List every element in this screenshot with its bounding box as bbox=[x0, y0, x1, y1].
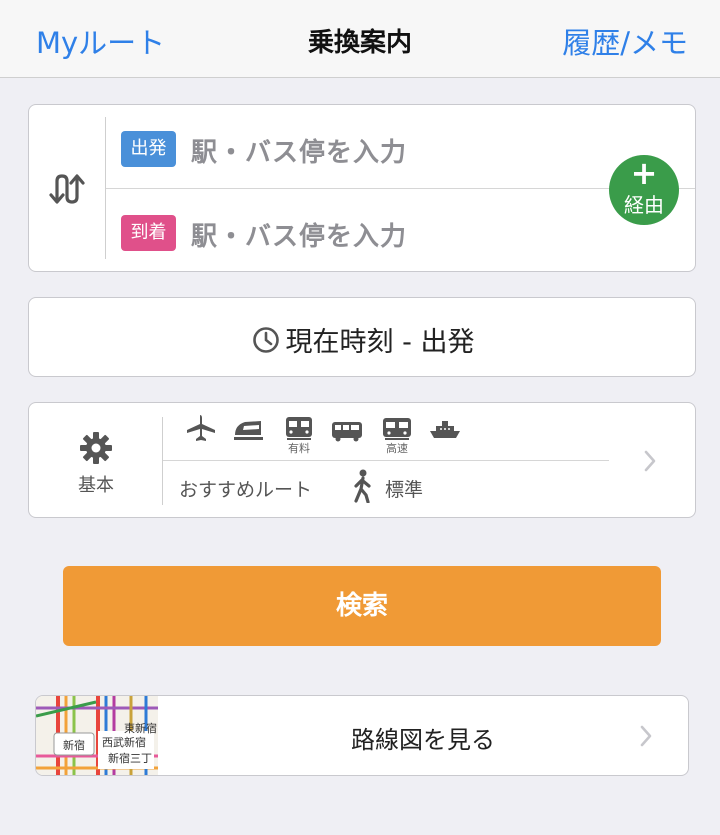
route-map-thumbnail: 新宿 西武新宿 東新宿 新宿三丁 bbox=[36, 696, 158, 775]
station-input-card: 出発 駅・バス停を入力 到着 駅・バス停を入力 + 経由 bbox=[28, 104, 696, 272]
gear-icon bbox=[80, 432, 112, 464]
mode-paid-express: 有料 bbox=[281, 413, 317, 457]
route-map-link[interactable]: 新宿 西武新宿 東新宿 新宿三丁 路線図を見る bbox=[35, 695, 689, 776]
mode-airplane bbox=[183, 413, 219, 457]
divider bbox=[162, 417, 163, 505]
time-label: 現在時刻 - 出発 bbox=[285, 327, 475, 358]
time-selector[interactable]: 現在時刻 - 出発 bbox=[28, 297, 696, 377]
airplane-icon bbox=[187, 415, 215, 441]
arrival-tag: 到着 bbox=[121, 215, 176, 251]
mode-ferry bbox=[427, 413, 463, 457]
add-via-button[interactable]: + 経由 bbox=[609, 155, 679, 225]
time-row: 現在時刻 - 出発 bbox=[29, 320, 697, 359]
history-memo-button[interactable]: 履歴/メモ bbox=[562, 20, 688, 62]
map-station-label: 新宿三丁 bbox=[108, 751, 152, 765]
route-preference: おすすめルート bbox=[179, 479, 313, 501]
paid-express-train-icon bbox=[286, 417, 312, 440]
via-label: 経由 bbox=[624, 193, 664, 217]
chevron-right-icon bbox=[640, 725, 652, 747]
mode-bus bbox=[329, 413, 365, 457]
chevron-right-icon bbox=[644, 450, 656, 472]
map-station-label: 西武新宿 bbox=[102, 735, 146, 749]
departure-station-input[interactable]: 駅・バス停を入力 bbox=[191, 132, 407, 169]
walking-person-icon bbox=[354, 469, 371, 503]
shinkansen-icon bbox=[234, 421, 263, 440]
divider bbox=[106, 188, 695, 189]
mode-highway-bus: 高速 bbox=[379, 413, 415, 457]
departure-tag: 出発 bbox=[121, 131, 176, 167]
highway-bus-icon bbox=[383, 418, 411, 440]
divider bbox=[163, 460, 609, 461]
map-station-label: 東新宿 bbox=[124, 721, 157, 735]
mode-shinkansen bbox=[231, 413, 267, 457]
ferry-icon bbox=[430, 421, 460, 438]
swap-icon[interactable] bbox=[49, 171, 87, 207]
search-settings[interactable]: 基本 有料 高速 おすすめルート 標準 bbox=[28, 402, 696, 518]
bus-icon bbox=[332, 422, 362, 442]
walk-speed: 標準 bbox=[385, 479, 424, 501]
clock-icon bbox=[252, 327, 279, 353]
mode-caption: 高速 bbox=[386, 442, 408, 455]
route-map-label: 路線図を見る bbox=[351, 726, 495, 754]
map-station-label: 新宿 bbox=[63, 738, 85, 752]
search-button[interactable]: 検索 bbox=[63, 566, 661, 646]
arrival-station-input[interactable]: 駅・バス停を入力 bbox=[191, 216, 407, 253]
plus-icon: + bbox=[630, 154, 658, 192]
settings-label: 基本 bbox=[78, 475, 114, 496]
navigation-bar: Myルート 乗換案内 履歴/メモ bbox=[0, 0, 720, 78]
mode-caption: 有料 bbox=[288, 442, 310, 455]
